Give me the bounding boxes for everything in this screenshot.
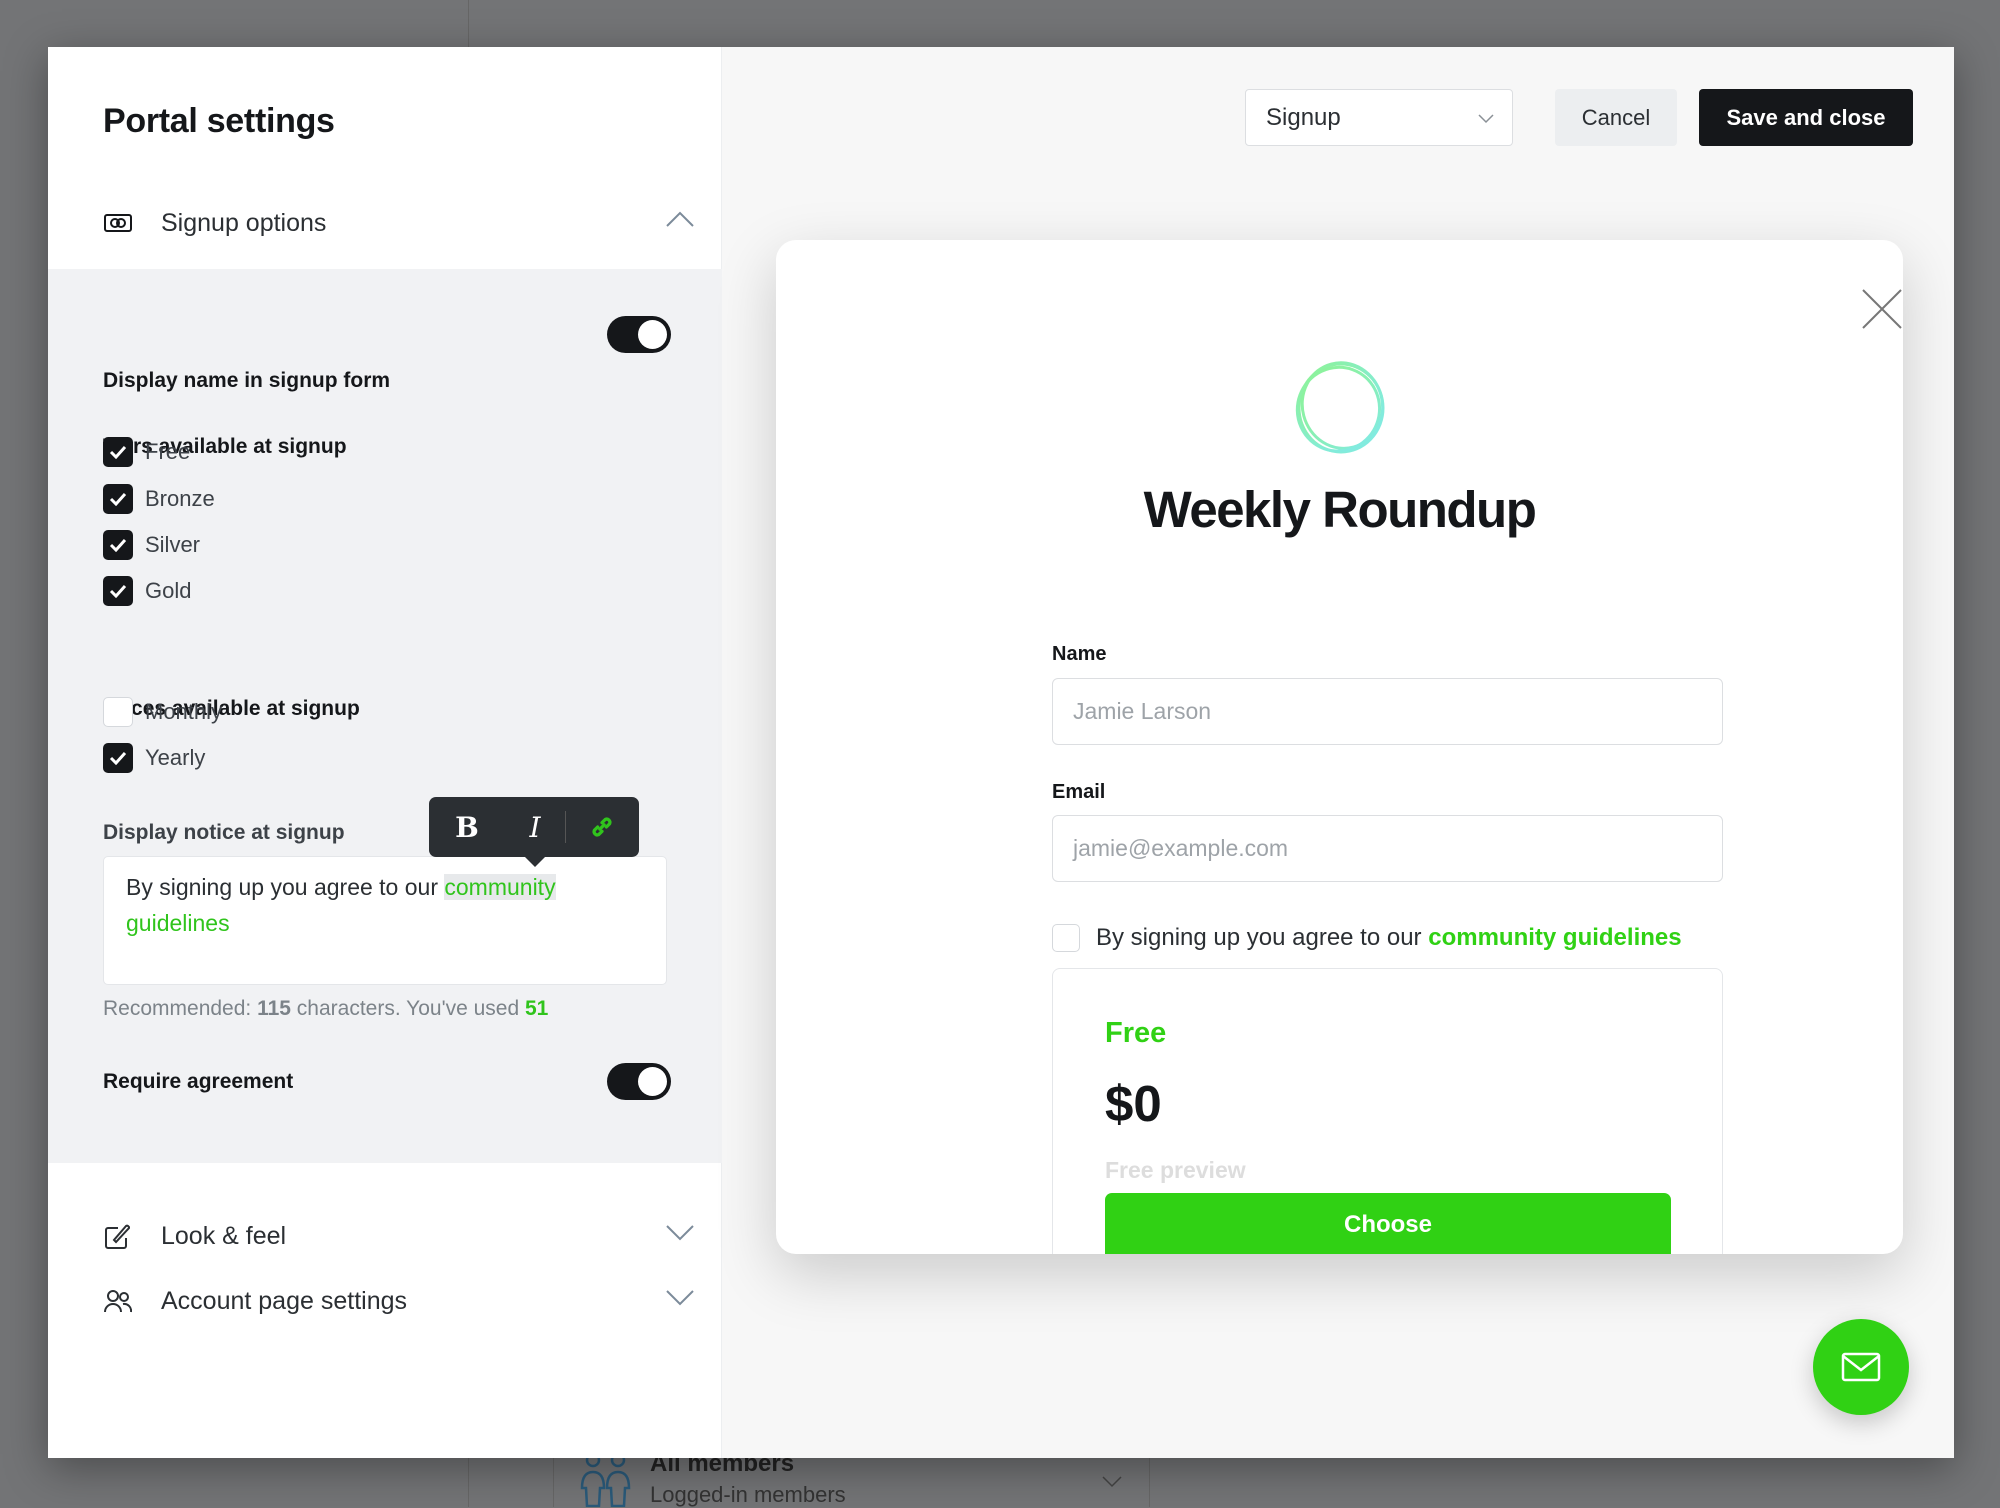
bold-button[interactable]: B (429, 797, 505, 857)
select-value: Signup (1266, 103, 1341, 131)
portal-settings-modal: Portal settings Signup options Display n… (48, 47, 1954, 1458)
envelope-icon (1841, 1352, 1881, 1382)
tier-checkbox-gold[interactable]: Gold (103, 576, 191, 606)
agreement-checkbox[interactable]: By signing up you agree to our community… (1052, 924, 1682, 952)
checkbox-checked-icon (103, 484, 133, 514)
tier-card-free: Free $0 Free preview Choose (1052, 968, 1723, 1254)
page-select[interactable]: Signup (1245, 89, 1513, 146)
notice-text: By signing up you agree to our (126, 874, 445, 900)
chevron-up-icon[interactable] (665, 210, 695, 228)
checkbox-unchecked-icon (1052, 924, 1080, 952)
background-divider (468, 1458, 469, 1507)
formatting-toolbar: B I (429, 797, 639, 867)
italic-button[interactable]: I (505, 797, 565, 857)
checkbox-label: Gold (145, 578, 192, 603)
checkbox-label: Free (145, 439, 191, 464)
signup-options-icon (103, 208, 133, 238)
chevron-down-icon[interactable] (665, 1288, 695, 1306)
choose-button[interactable]: Choose (1105, 1193, 1671, 1254)
save-and-close-button[interactable]: Save and close (1699, 89, 1913, 146)
tier-description: Free preview (1105, 1157, 1246, 1183)
checkbox-checked-icon (103, 530, 133, 560)
checkbox-label: Silver (145, 532, 201, 557)
name-input[interactable]: Jamie Larson (1052, 678, 1723, 745)
used-count: 51 (524, 997, 549, 1020)
section-account-page[interactable]: Account page settings (103, 1276, 703, 1326)
tier-checkbox-free[interactable]: Free (103, 437, 190, 467)
background-list-item: All members Logged-in members (553, 1450, 1150, 1507)
email-label: Email (1052, 781, 1106, 803)
section-signup-options[interactable]: Signup options (103, 198, 703, 248)
hint-text: characters. You've used (290, 997, 525, 1020)
notice-editor[interactable]: By signing up you agree to our community… (103, 856, 667, 985)
price-checkbox-yearly[interactable]: Yearly (103, 743, 205, 773)
notice-label: Display notice at signup (103, 821, 345, 844)
tier-checkbox-bronze[interactable]: Bronze (103, 484, 215, 514)
chevron-down-icon[interactable] (665, 1223, 695, 1241)
background-divider (468, 0, 469, 47)
link-icon (592, 817, 612, 837)
tier-name: Free (1105, 1017, 1167, 1049)
settings-sidebar: Portal settings Signup options Display n… (48, 47, 722, 1458)
checkbox-checked-icon (103, 576, 133, 606)
checkbox-label: Yearly (145, 745, 206, 770)
cancel-button[interactable]: Cancel (1555, 89, 1677, 146)
list-item-subtitle: Logged-in members (650, 1482, 846, 1507)
email-fab-button[interactable] (1813, 1319, 1909, 1415)
require-agreement-toggle[interactable] (607, 1063, 671, 1100)
display-name-label: Display name in signup form (103, 369, 391, 392)
checkbox-label: Monthly (145, 699, 223, 724)
members-icon (580, 1458, 631, 1507)
tier-checkbox-silver[interactable]: Silver (103, 530, 200, 560)
agreement-text: By signing up you agree to our (1096, 924, 1422, 951)
name-label: Name (1052, 643, 1107, 665)
recommended-count: 115 (257, 997, 291, 1020)
agreement-link[interactable]: community guidelines (1428, 924, 1681, 952)
checkbox-unchecked-icon (103, 697, 133, 727)
close-icon[interactable] (1862, 289, 1902, 329)
character-count-hint: Recommended: 115 characters. You've used… (103, 997, 548, 1021)
email-input[interactable]: jamie@example.com (1052, 815, 1723, 882)
brush-icon (103, 1221, 133, 1251)
section-label: Look & feel (161, 1221, 287, 1250)
price-checkbox-monthly[interactable]: Monthly (103, 697, 222, 727)
section-look-feel[interactable]: Look & feel (103, 1211, 703, 1261)
notice-link[interactable]: community (444, 874, 556, 900)
site-title: Weekly Roundup (1143, 481, 1537, 538)
users-icon (103, 1286, 133, 1316)
notice-link[interactable]: guidelines (126, 910, 230, 936)
link-button[interactable] (566, 797, 638, 857)
checkbox-label: Bronze (145, 486, 215, 511)
chevron-down-icon (1478, 114, 1494, 124)
hint-text: Recommended: (103, 997, 258, 1020)
chevron-down-icon (1102, 1476, 1122, 1488)
checkbox-checked-icon (103, 437, 133, 467)
page-title: Portal settings (103, 102, 335, 140)
tier-price: $0 (1105, 1075, 1162, 1132)
display-name-toggle[interactable] (607, 316, 671, 353)
require-agreement-label: Require agreement (103, 1070, 294, 1093)
site-logo (1295, 361, 1385, 454)
section-label: Account page settings (161, 1286, 407, 1315)
signup-preview: Weekly Roundup Name Jamie Larson Email j… (776, 240, 1903, 1254)
section-label: Signup options (161, 208, 327, 237)
checkbox-checked-icon (103, 743, 133, 773)
